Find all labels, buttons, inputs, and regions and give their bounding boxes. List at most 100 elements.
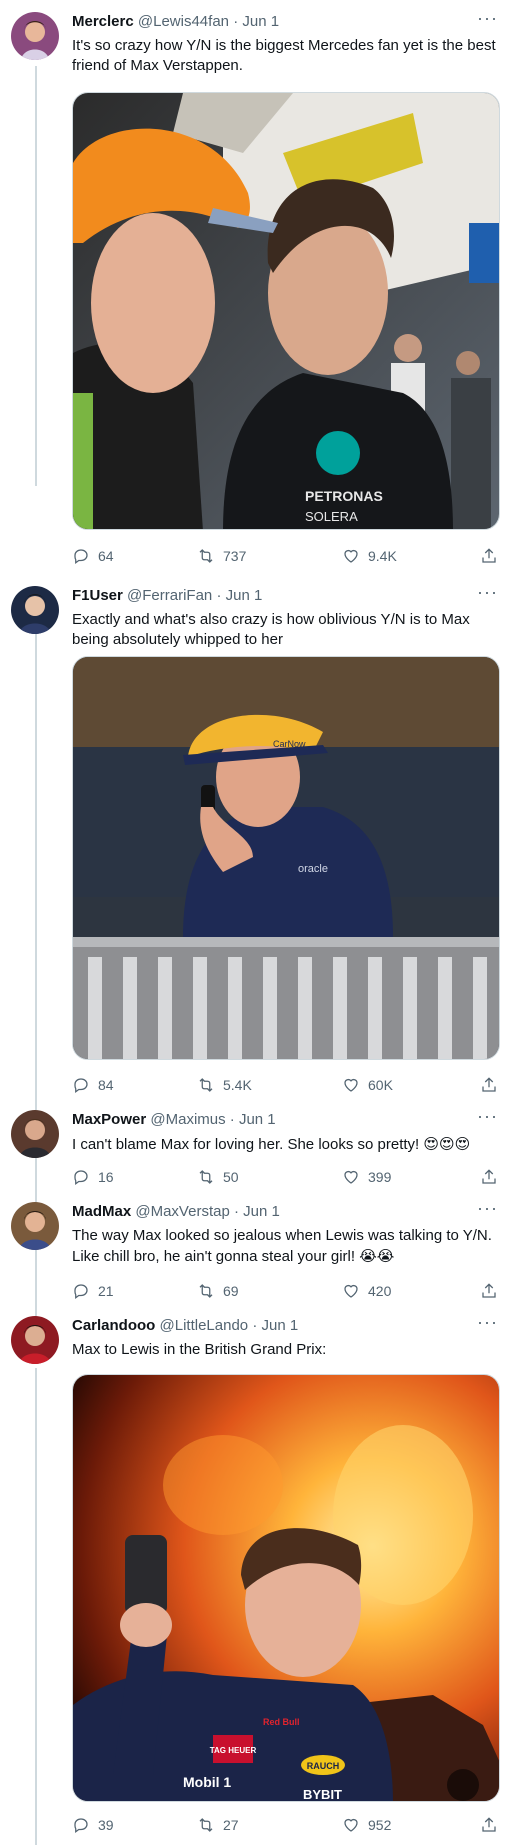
reply-button[interactable]: 21 [72, 1280, 114, 1302]
reply-button[interactable]: 39 [72, 1814, 114, 1836]
retweet-button[interactable]: 27 [197, 1814, 239, 1836]
sponsor-text: BYBIT [303, 1787, 342, 1802]
reply-button[interactable]: 16 [72, 1166, 114, 1188]
tweet-date[interactable]: Jun 1 [243, 1203, 280, 1220]
retweet-icon [199, 1078, 213, 1092]
tweet-text-body: The way Max looked so jealous when Lewis… [72, 1227, 492, 1265]
shirt-text: oracle [298, 863, 328, 875]
more-icon[interactable]: ··· [477, 1312, 498, 1332]
separator-dot: · [229, 1111, 235, 1128]
tweet-text-body: I can't blame Max for loving her. She lo… [72, 1136, 420, 1153]
like-button[interactable]: 60K [342, 1074, 393, 1096]
tweet-header: Merclerc @Lewis44fan · Jun 1 ··· [72, 8, 500, 32]
tweet-date[interactable]: Jun 1 [239, 1111, 276, 1128]
like-count: 60K [368, 1077, 393, 1093]
like-button[interactable]: 399 [342, 1166, 391, 1188]
display-name[interactable]: Merclerc [72, 13, 134, 30]
retweet-icon [199, 1170, 213, 1184]
share-button[interactable] [480, 1166, 498, 1188]
user-handle[interactable]: @Maximus [150, 1111, 225, 1128]
like-button[interactable]: 9.4K [342, 545, 397, 567]
tweet-actions: 21 69 420 [72, 1280, 500, 1302]
reply-count: 84 [98, 1077, 114, 1093]
sponsor-text: Mobil 1 [183, 1774, 231, 1790]
retweet-count: 27 [223, 1817, 239, 1833]
tweet-actions: 16 50 399 [72, 1166, 500, 1188]
like-button[interactable]: 952 [342, 1814, 391, 1836]
avatar[interactable] [11, 1316, 59, 1364]
reply-icon [74, 1078, 88, 1094]
like-count: 9.4K [368, 548, 397, 564]
thread-line [35, 1368, 37, 1845]
avatar[interactable] [11, 1202, 59, 1250]
tweet-date[interactable]: Jun 1 [226, 587, 263, 604]
display-name[interactable]: MadMax [72, 1203, 131, 1220]
separator-dot: · [216, 587, 222, 604]
share-button[interactable] [480, 1280, 498, 1302]
retweet-count: 737 [223, 548, 247, 564]
more-icon[interactable]: ··· [477, 1106, 498, 1126]
retweet-button[interactable]: 5.4K [197, 1074, 252, 1096]
display-name[interactable]: MaxPower [72, 1111, 146, 1128]
sponsor-text: Red Bull [263, 1717, 300, 1727]
shirt-text: SOLERA [305, 509, 358, 524]
tweet-text: The way Max looked so jealous when Lewis… [72, 1226, 500, 1267]
tweet-date[interactable]: Jun 1 [261, 1317, 298, 1334]
retweet-count: 50 [223, 1169, 239, 1185]
tweet-header: Carlandooo @LittleLando · Jun 1 ··· [72, 1312, 500, 1336]
user-handle[interactable]: @FerrariFan [127, 587, 212, 604]
heart-icon [344, 549, 358, 563]
tweet-date[interactable]: Jun 1 [242, 13, 279, 30]
tweet[interactable]: Carlandooo @LittleLando · Jun 1 ··· Max … [0, 1312, 512, 1376]
heart-icon [344, 1170, 358, 1184]
user-handle[interactable]: @Lewis44fan [138, 13, 229, 30]
more-icon[interactable]: ··· [477, 8, 498, 28]
reply-count: 16 [98, 1169, 114, 1185]
display-name[interactable]: F1User [72, 587, 123, 604]
tweet-image[interactable]: TAG HEUER Red Bull Mobil 1 RAUCH BYBIT [72, 1374, 500, 1802]
tweet-image[interactable]: PETRONAS SOLERA [72, 92, 500, 530]
avatar[interactable] [11, 12, 59, 60]
retweet-button[interactable]: 69 [197, 1280, 239, 1302]
share-button[interactable] [480, 1074, 498, 1096]
like-button[interactable]: 420 [342, 1280, 391, 1302]
avatar[interactable] [11, 586, 59, 634]
share-icon [482, 548, 496, 563]
tweet-header: F1User @FerrariFan · Jun 1 ··· [72, 582, 500, 606]
reply-button[interactable]: 64 [72, 545, 114, 567]
more-icon[interactable]: ··· [477, 1198, 498, 1218]
reply-count: 64 [98, 548, 114, 564]
reply-button[interactable]: 84 [72, 1074, 114, 1096]
retweet-count: 69 [223, 1283, 239, 1299]
reply-icon [74, 1170, 88, 1186]
cap-text: CarNow [273, 739, 306, 749]
avatar[interactable] [11, 1110, 59, 1158]
reply-icon [74, 1284, 88, 1300]
user-handle[interactable]: @MaxVerstap [135, 1203, 229, 1220]
retweet-count: 5.4K [223, 1077, 252, 1093]
like-count: 420 [368, 1283, 392, 1299]
reply-icon [74, 1818, 88, 1834]
tweet-image[interactable]: CarNow oracle [72, 656, 500, 1060]
sponsor-text: RAUCH [307, 1761, 340, 1771]
tweet-header: MaxPower @Maximus · Jun 1 ··· [72, 1106, 500, 1130]
like-count: 399 [368, 1169, 392, 1185]
share-button[interactable] [480, 1814, 498, 1836]
separator-dot: · [233, 13, 239, 30]
emoji: 😭😭 [359, 1247, 395, 1265]
retweet-icon [199, 1284, 213, 1298]
share-icon [482, 1077, 496, 1092]
share-button[interactable] [480, 545, 498, 567]
display-name[interactable]: Carlandooo [72, 1317, 155, 1334]
more-icon[interactable]: ··· [477, 582, 498, 602]
separator-dot: · [252, 1317, 258, 1334]
share-icon [482, 1817, 496, 1832]
shirt-text: PETRONAS [305, 488, 383, 504]
separator-dot: · [233, 1203, 239, 1220]
user-handle[interactable]: @LittleLando [160, 1317, 249, 1334]
reply-count: 21 [98, 1283, 114, 1299]
retweet-button[interactable]: 50 [197, 1166, 239, 1188]
retweet-button[interactable]: 737 [197, 545, 246, 567]
heart-icon [344, 1284, 358, 1298]
tweet-text: I can't blame Max for loving her. She lo… [72, 1134, 500, 1155]
